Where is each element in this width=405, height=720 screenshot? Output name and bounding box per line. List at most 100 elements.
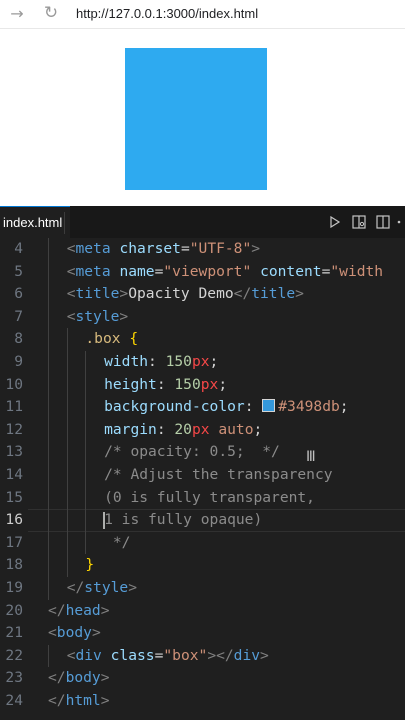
indent-guide xyxy=(48,373,49,397)
code-line[interactable]: 4 <meta charset="UTF-8"> xyxy=(0,238,405,261)
indent-guide xyxy=(48,464,49,487)
line-number: 12 xyxy=(5,420,23,438)
tab-label: index.html xyxy=(3,215,63,230)
code-line[interactable]: 6 <title>Opacity Demo</title> xyxy=(0,283,405,306)
code-line[interactable]: 16 1 is fully opaque) xyxy=(0,509,405,532)
open-preview-icon[interactable] xyxy=(347,206,371,238)
code-line[interactable]: 9 width: 150px; xyxy=(0,351,405,374)
code-line[interactable]: 20 </head> xyxy=(0,600,405,623)
code-token: ; xyxy=(339,398,349,416)
code-token: </ xyxy=(48,692,66,709)
indent-guide xyxy=(48,554,49,577)
code-text: <body> xyxy=(48,622,101,645)
code-token: > xyxy=(119,285,129,303)
code-token: > xyxy=(295,285,304,303)
code-line[interactable]: 15 (0 is fully transparent, xyxy=(0,486,405,510)
line-number: 24 xyxy=(5,692,23,709)
color-swatch-icon[interactable] xyxy=(262,399,276,413)
code-token: "width xyxy=(330,262,384,280)
code-line[interactable]: 11 background-color: #3498db; xyxy=(0,396,405,419)
code-token: : xyxy=(244,398,263,416)
code-line[interactable]: 5 <meta name="viewport" content="width xyxy=(0,260,405,284)
code-line[interactable]: 8 .box { xyxy=(0,328,405,351)
code-token: #3498db xyxy=(278,398,340,416)
code-line[interactable]: 14 /* Adjust the transparency xyxy=(0,464,405,487)
code-text: <meta charset="UTF-8"> xyxy=(67,238,260,261)
code-line[interactable]: 24 </html> xyxy=(0,690,405,713)
code-token: meta xyxy=(75,240,111,257)
code-token: title xyxy=(251,285,296,303)
indent-guide xyxy=(48,644,49,668)
code-line[interactable]: 19 </style> xyxy=(0,577,405,600)
code-token: .box xyxy=(85,330,121,348)
code-token: > xyxy=(260,646,269,664)
indent-guide xyxy=(66,531,68,555)
code-line[interactable]: 13 /* opacity: 0.5; */ xyxy=(0,441,405,464)
code-line[interactable]: 18} xyxy=(0,554,405,577)
code-token: meta xyxy=(75,262,111,280)
code-line[interactable]: 23 </body> xyxy=(0,667,405,690)
line-number: 17 xyxy=(5,533,23,551)
indent-guide xyxy=(48,577,49,600)
indent-guide xyxy=(48,509,49,532)
code-token: = xyxy=(180,240,190,257)
line-number: 16 xyxy=(5,511,23,529)
code-token: > xyxy=(251,240,261,257)
code-token: head xyxy=(65,601,101,619)
indent-guide xyxy=(48,260,49,284)
code-token: */ xyxy=(104,533,131,551)
indent-guide xyxy=(66,554,68,577)
code-token: ></ xyxy=(207,646,234,664)
editor-tab-bar: index.html xyxy=(0,206,405,239)
code-text: <div class="box"></div> xyxy=(67,645,269,668)
code-text: margin: 20px auto; xyxy=(104,419,262,442)
more-actions-icon[interactable] xyxy=(395,206,405,238)
code-text: background-color: #3498db; xyxy=(104,396,348,419)
split-editor-icon[interactable] xyxy=(371,206,395,238)
code-token: Opacity Demo xyxy=(128,285,234,303)
code-line[interactable]: 10 height: 150px; xyxy=(0,373,405,397)
code-token: </ xyxy=(48,601,66,619)
line-number: 22 xyxy=(5,646,23,664)
address-bar[interactable]: http://127.0.0.1:3000/index.html xyxy=(76,6,258,21)
code-token: title xyxy=(75,285,120,303)
code-token: } xyxy=(85,556,95,574)
arrow-right-icon[interactable]: → xyxy=(6,4,28,23)
code-token: 150 xyxy=(174,375,201,393)
indent-guide xyxy=(85,418,87,442)
indent-guide xyxy=(66,396,68,419)
indent-guide xyxy=(48,418,49,442)
code-token: px xyxy=(191,420,210,438)
code-text: .box { xyxy=(85,328,138,351)
indent-guide xyxy=(66,441,68,464)
code-line[interactable]: 7 <style> xyxy=(0,305,405,329)
line-number: 5 xyxy=(14,262,23,280)
code-line[interactable]: 22 <div class="box"></div> xyxy=(0,644,405,668)
code-token: : xyxy=(156,420,175,438)
indent-guide xyxy=(66,486,68,510)
indent-guide xyxy=(48,531,49,555)
code-token: html xyxy=(65,692,101,709)
code-token: 1 is fully opaque) xyxy=(104,511,263,529)
code-token: "UTF-8" xyxy=(189,240,252,257)
line-number: 13 xyxy=(5,443,23,461)
code-token: content xyxy=(260,262,322,280)
code-text: /* Adjust the transparency xyxy=(104,464,332,487)
code-token: > xyxy=(100,692,110,709)
tab-index-html[interactable]: index.html xyxy=(0,206,71,238)
code-token: style xyxy=(75,307,120,325)
run-icon[interactable] xyxy=(323,206,347,238)
code-line[interactable]: 12 margin: 20px auto; xyxy=(0,418,405,442)
code-token: div xyxy=(75,646,102,664)
line-number: 11 xyxy=(5,398,23,416)
editor-actions xyxy=(323,206,405,238)
code-token: ; xyxy=(253,420,263,438)
code-token: "box" xyxy=(163,646,208,664)
text-cursor-icon: Ⅲ xyxy=(306,449,316,465)
indent-guide xyxy=(85,373,87,397)
code-editor[interactable]: 4 <meta charset="UTF-8"> 5 <meta name="view… xyxy=(0,238,405,720)
code-line[interactable]: 21 <body> xyxy=(0,622,405,645)
code-line[interactable]: 17 */ xyxy=(0,531,405,555)
reload-icon[interactable]: ↻ xyxy=(40,3,62,23)
